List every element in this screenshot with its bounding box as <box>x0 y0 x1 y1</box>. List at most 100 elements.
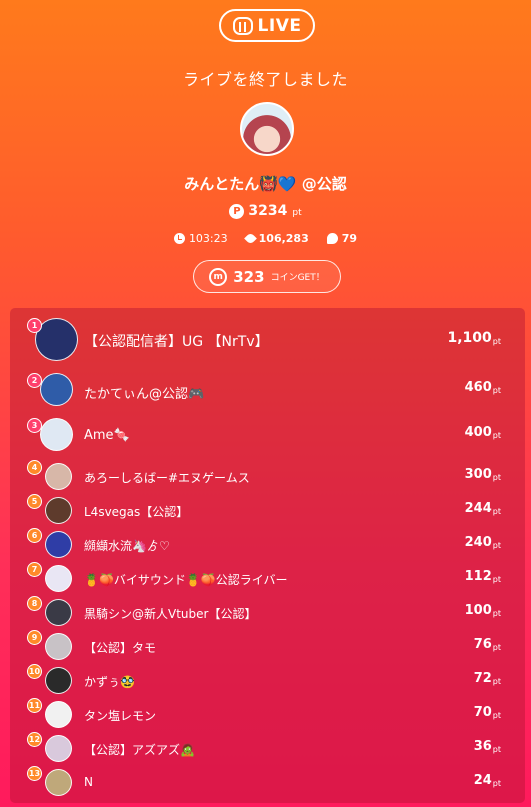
user-points: 36pt <box>474 739 501 754</box>
ranking-row[interactable]: 8 黒騎シン@新人Vtuber【公認】 100pt <box>10 596 525 630</box>
points-value: 400 <box>464 425 492 440</box>
user-name[interactable]: 🍍🍑バイサウンド🍍🍑公認ライバー <box>84 571 288 588</box>
total-points: P 3234 pt <box>0 203 531 219</box>
user-points: 1,100pt <box>447 330 501 346</box>
ranking-row[interactable]: 7 🍍🍑バイサウンド🍍🍑公認ライバー 112pt <box>10 562 525 596</box>
coin-get-button[interactable]: m 323 コインGET！ <box>193 260 341 293</box>
points-value: 300 <box>464 467 492 482</box>
user-avatar[interactable] <box>45 701 72 728</box>
duration-value: 103:23 <box>188 232 228 245</box>
rank-badge: 2 <box>27 373 42 388</box>
rank-badge: 11 <box>27 698 42 713</box>
user-avatar[interactable] <box>45 497 72 524</box>
points-unit: pt <box>492 473 501 482</box>
points-value: 3234 <box>248 203 288 219</box>
user-points: 70pt <box>474 705 501 720</box>
mirrativ-logo-icon <box>232 16 253 35</box>
user-avatar[interactable] <box>45 531 72 558</box>
rank-badge: 6 <box>27 528 42 543</box>
user-avatar[interactable] <box>45 633 72 660</box>
ranking-row[interactable]: 13 N 24pt <box>10 766 525 800</box>
user-avatar[interactable] <box>45 769 72 796</box>
ranking-row[interactable]: 11 タン塩レモン 70pt <box>10 698 525 732</box>
user-name[interactable]: たかてぃん@公認🎮 <box>84 383 204 402</box>
points-value: 76 <box>473 637 492 652</box>
user-points: 72pt <box>474 671 501 686</box>
ranking-row[interactable]: 2 たかてぃん@公認🎮 460pt <box>10 373 525 407</box>
ranking-row[interactable]: 4 あろーしるばー#エヌゲームス 300pt <box>10 460 525 494</box>
points-unit: pt <box>492 507 501 516</box>
live-logo-badge: LIVE <box>219 9 315 42</box>
points-unit: pt <box>492 677 501 686</box>
user-avatar[interactable] <box>45 565 72 592</box>
rank-badge: 12 <box>27 732 42 747</box>
points-value: 72 <box>473 671 492 686</box>
user-avatar[interactable] <box>40 373 73 406</box>
points-unit: pt <box>492 779 501 788</box>
user-name[interactable]: 黒騎シン@新人Vtuber【公認】 <box>84 605 256 622</box>
ranking-row[interactable]: 1 【公認配信者】UG 【NrTv】 1,100pt <box>10 318 525 362</box>
user-name[interactable]: Ame🍬 <box>84 428 130 443</box>
user-name[interactable]: 纐纈水流🦄ゟ♡ <box>84 537 170 554</box>
ranking-row[interactable]: 6 纐纈水流🦄ゟ♡ 240pt <box>10 528 525 562</box>
user-avatar[interactable] <box>45 735 72 762</box>
user-name[interactable]: あろーしるばー#エヌゲームス <box>84 469 250 486</box>
rank-badge: 5 <box>27 494 42 509</box>
points-unit: pt <box>492 609 501 618</box>
gift-ranking-list[interactable]: 1 【公認配信者】UG 【NrTv】 1,100pt 2 たかてぃん@公認🎮 460pt 3… <box>10 308 525 803</box>
user-avatar[interactable] <box>45 599 72 626</box>
user-avatar[interactable] <box>45 667 72 694</box>
points-unit: pt <box>492 643 501 652</box>
live-summary-header: LIVE ライブを終了しました みんとたん👹💙 @公認 P 3234 pt 103… <box>0 0 531 310</box>
rank-badge: 13 <box>27 766 42 781</box>
ranking-row[interactable]: 12 【公認】アズアズ🧟 36pt <box>10 732 525 766</box>
points-value: 244 <box>464 501 492 516</box>
points-value: 70 <box>473 705 492 720</box>
live-ended-title: ライブを終了しました <box>182 70 348 89</box>
comment-bubble-icon <box>326 233 338 244</box>
user-points: 300pt <box>465 467 501 482</box>
points-unit: pt <box>292 208 302 218</box>
points-unit: pt <box>492 386 501 395</box>
user-name[interactable]: かずぅ🥸 <box>84 673 135 690</box>
user-avatar[interactable] <box>45 463 72 490</box>
user-avatar[interactable] <box>40 418 73 451</box>
points-value: 100 <box>464 603 492 618</box>
viewers-stat: 106,283 <box>243 232 309 245</box>
user-name[interactable]: 【公認配信者】UG 【NrTv】 <box>84 331 269 351</box>
points-unit: pt <box>492 711 501 720</box>
user-name[interactable]: L4svegas【公認】 <box>84 503 188 520</box>
user-name[interactable]: 【公認】アズアズ🧟 <box>84 741 195 758</box>
points-unit: pt <box>492 575 501 584</box>
rank-badge: 7 <box>27 562 42 577</box>
rank-badge: 1 <box>27 318 42 333</box>
host-name[interactable]: みんとたん👹💙 @公認 <box>0 173 531 194</box>
points-value: 36 <box>473 739 492 754</box>
points-unit: pt <box>492 337 501 346</box>
coin-label: コインGET！ <box>270 273 325 283</box>
user-points: 460pt <box>465 380 501 395</box>
rank-badge: 10 <box>27 664 42 679</box>
ranking-row[interactable]: 3 Ame🍬 400pt <box>10 418 525 452</box>
duration-stat: 103:23 <box>173 232 228 245</box>
user-points: 76pt <box>474 637 501 652</box>
viewers-icon <box>243 232 257 245</box>
coin-amount: 323 <box>233 267 265 286</box>
host-avatar[interactable] <box>240 102 294 156</box>
ranking-row[interactable]: 9 【公認】タモ 76pt <box>10 630 525 664</box>
rank-badge: 3 <box>27 418 42 433</box>
points-value: 240 <box>464 535 492 550</box>
user-points: 240pt <box>465 535 501 550</box>
user-name[interactable]: タン塩レモン <box>84 707 156 724</box>
user-name[interactable]: N <box>84 775 93 789</box>
ranking-row[interactable]: 5 L4svegas【公認】 244pt <box>10 494 525 528</box>
points-unit: pt <box>492 745 501 754</box>
points-value: 24 <box>473 773 492 788</box>
user-points: 400pt <box>465 425 501 440</box>
ranking-row[interactable]: 10 かずぅ🥸 72pt <box>10 664 525 698</box>
comments-stat: 79 <box>326 232 357 245</box>
rank-badge: 4 <box>27 460 42 475</box>
user-name[interactable]: 【公認】タモ <box>84 639 156 656</box>
stream-stats: 103:23 106,283 79 <box>0 232 531 245</box>
live-label: LIVE <box>257 15 302 36</box>
